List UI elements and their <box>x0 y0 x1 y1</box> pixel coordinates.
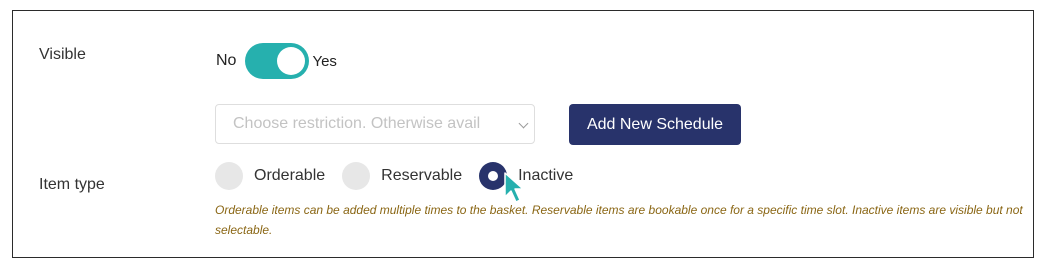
add-new-schedule-button[interactable]: Add New Schedule <box>569 104 741 145</box>
radio-reservable[interactable] <box>342 162 371 190</box>
item-type-radio-group: Orderable Reservable Inactive <box>215 161 590 191</box>
chevron-down-icon <box>518 118 529 129</box>
visible-toggle-row: No Yes <box>216 43 337 79</box>
radio-option-orderable[interactable]: Orderable <box>215 162 325 190</box>
visible-toggle[interactable] <box>245 43 310 79</box>
radio-label-reservable: Reservable <box>381 167 463 184</box>
radio-option-reservable[interactable]: Reservable <box>342 162 462 190</box>
radio-orderable[interactable] <box>215 162 243 190</box>
toggle-off-label: No <box>216 52 237 69</box>
toggle-knob <box>277 47 306 75</box>
visible-label: Visible <box>39 46 86 63</box>
restriction-select-placeholder: Choose restriction. Otherwise avail <box>233 115 481 132</box>
restriction-select[interactable]: Choose restriction. Otherwise avail <box>215 104 535 144</box>
toggle-on-label: Yes <box>312 52 337 70</box>
item-settings-panel: Visible No Yes Choose restriction. Other… <box>12 10 1034 258</box>
item-type-help-text: Orderable items can be added multiple ti… <box>215 203 1023 237</box>
radio-label-orderable: Orderable <box>254 167 326 184</box>
item-type-label: Item type <box>39 176 105 193</box>
